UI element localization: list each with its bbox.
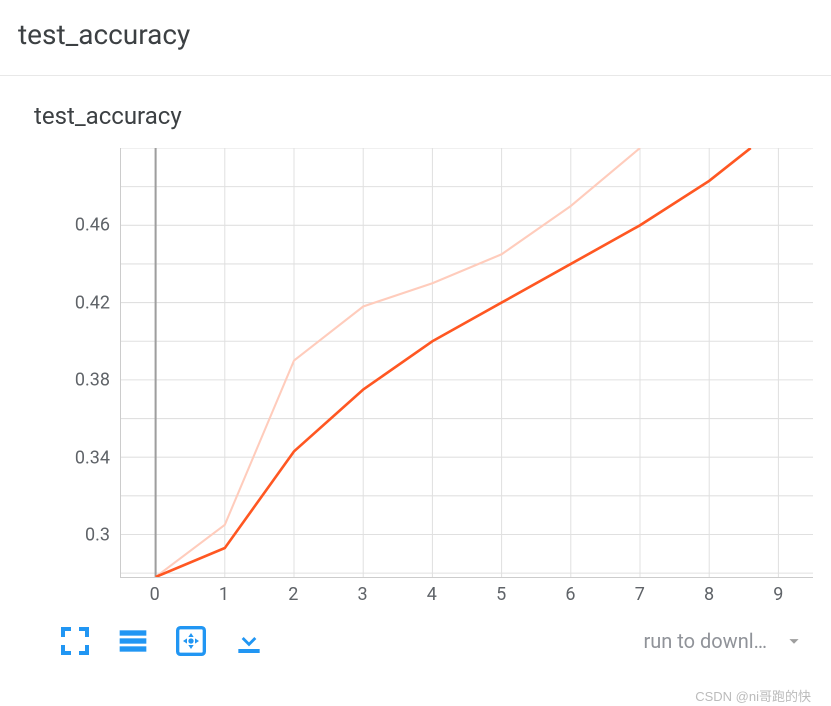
fit-domain-icon[interactable] <box>174 624 208 658</box>
chart-card: test_accuracy 0.3 0.34 0.38 0.42 0.46 0 1 2 3 4 5… <box>0 76 831 668</box>
y-tick-label: 0.42 <box>75 292 110 313</box>
x-tick-label: 6 <box>565 584 575 605</box>
x-tick-label: 4 <box>427 584 437 605</box>
y-tick-label: 0.46 <box>75 215 110 236</box>
download-icon[interactable] <box>232 624 266 658</box>
fullscreen-icon[interactable] <box>58 624 92 658</box>
plot-region[interactable] <box>120 148 813 578</box>
y-tick-label: 0.3 <box>85 525 110 546</box>
chart-title: test_accuracy <box>34 102 813 130</box>
run-download-select[interactable]: run to downl… <box>643 629 805 653</box>
y-tick-label: 0.38 <box>75 370 110 391</box>
y-tick-label: 0.34 <box>75 447 110 468</box>
x-axis: 0 1 2 3 4 5 6 7 8 9 <box>120 578 813 614</box>
watermark: CSDN @ni哥跑的快 <box>695 686 811 705</box>
x-tick-label: 1 <box>219 584 229 605</box>
x-tick-label: 3 <box>357 584 367 605</box>
chevron-down-icon <box>783 630 805 652</box>
run-download-select-label: run to downl… <box>643 629 767 653</box>
y-axis: 0.3 0.34 0.38 0.42 0.46 <box>30 148 120 578</box>
list-icon[interactable] <box>116 624 150 658</box>
x-tick-label: 0 <box>150 584 160 605</box>
chart-toolbar: run to downl… <box>30 624 813 658</box>
section-title: test_accuracy <box>0 0 831 76</box>
plot-svg <box>121 148 813 577</box>
x-tick-label: 8 <box>704 584 714 605</box>
x-tick-label: 7 <box>635 584 645 605</box>
chart-area: 0.3 0.34 0.38 0.42 0.46 <box>30 148 813 578</box>
x-tick-label: 5 <box>496 584 506 605</box>
x-tick-label: 2 <box>288 584 298 605</box>
x-tick-label: 9 <box>773 584 783 605</box>
